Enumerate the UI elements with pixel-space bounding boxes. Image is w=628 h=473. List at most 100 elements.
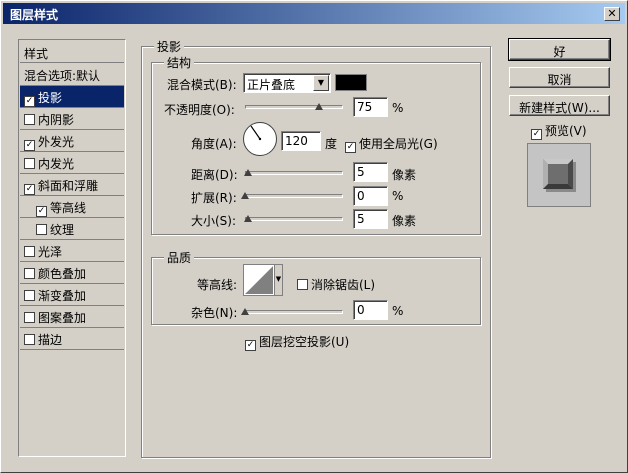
global-light-label: 使用全局光(G) <box>359 137 438 151</box>
cancel-button[interactable]: 取消 <box>509 67 610 88</box>
style-checkbox[interactable] <box>24 158 35 169</box>
opacity-unit: % <box>392 101 404 115</box>
shadow-color-swatch[interactable] <box>335 74 367 91</box>
antialias-check-icon <box>297 279 308 290</box>
distance-input[interactable]: 5 <box>353 162 388 182</box>
global-light-checkbox[interactable]: ✓ 使用全局光(G) <box>345 135 438 153</box>
spread-slider-thumb[interactable] <box>241 192 249 199</box>
style-item[interactable]: 图案叠加 <box>20 306 124 328</box>
distance-unit: 像素 <box>392 168 417 182</box>
window-title: 图层样式 <box>10 8 59 22</box>
distance-slider-thumb[interactable] <box>244 169 252 176</box>
noise-slider[interactable] <box>245 310 343 314</box>
angle-dial-needle-icon <box>250 125 262 141</box>
style-item[interactable]: ✓ 斜面和浮雕 <box>20 174 124 196</box>
style-item-label: 内阴影 <box>38 113 75 127</box>
preview-checkbox[interactable]: ✓ 预览(V) <box>531 122 587 140</box>
blend-mode-select[interactable]: 正片叠底 ▼ <box>243 73 331 93</box>
style-item[interactable]: 内发光 <box>20 152 124 174</box>
size-unit: 像素 <box>392 214 417 228</box>
style-item-label: 光泽 <box>38 245 63 259</box>
style-item-label: 外发光 <box>38 135 75 149</box>
opacity-input[interactable]: 75 <box>353 97 388 117</box>
style-checkbox[interactable] <box>24 290 35 301</box>
noise-slider-thumb[interactable] <box>241 308 249 315</box>
style-preview <box>527 143 591 207</box>
spread-input[interactable]: 0 <box>353 186 388 206</box>
style-item[interactable]: ✓ 投影 <box>20 86 124 108</box>
style-item[interactable]: 光泽 <box>20 240 124 262</box>
preview-label: 预览(V) <box>545 124 587 138</box>
knockout-check-icon: ✓ <box>245 340 256 351</box>
style-checkbox[interactable]: ✓ <box>24 96 35 107</box>
blend-mode-label: 混合模式(B): <box>167 78 237 92</box>
angle-unit: 度 <box>325 137 338 151</box>
noise-label: 杂色(N): <box>191 306 238 320</box>
structure-title: 结构 <box>164 54 195 71</box>
blend-mode-value: 正片叠底 <box>247 78 296 92</box>
style-item-label: 斜面和浮雕 <box>38 179 99 193</box>
style-checkbox[interactable]: ✓ <box>36 206 47 217</box>
style-checkbox[interactable] <box>24 312 35 323</box>
size-label: 大小(S): <box>191 214 237 228</box>
drop-shadow-title: 投影 <box>154 38 185 55</box>
size-input[interactable]: 5 <box>353 209 388 229</box>
layer-style-dialog: 图层样式 ✕ 样式 混合选项:默认 ✓ 投影 内阴影 ✓ 外发光 内发光 ✓ 斜面和浮雕 ✓ 等高… <box>0 0 628 473</box>
style-item[interactable]: 渐变叠加 <box>20 284 124 306</box>
style-checkbox[interactable] <box>24 334 35 345</box>
style-checkbox[interactable] <box>24 268 35 279</box>
spread-slider[interactable] <box>245 194 343 198</box>
size-slider-thumb[interactable] <box>244 215 252 222</box>
contour-curve-icon <box>245 266 273 294</box>
style-item[interactable]: 描边 <box>20 328 124 350</box>
blend-options-item[interactable]: 混合选项:默认 <box>20 64 124 86</box>
antialias-label: 消除锯齿(L) <box>311 278 376 292</box>
style-checkbox[interactable]: ✓ <box>24 184 35 195</box>
opacity-label: 不透明度(O): <box>164 103 235 117</box>
style-item[interactable]: 纹理 <box>20 218 124 240</box>
angle-label: 角度(A): <box>191 137 237 151</box>
noise-unit: % <box>392 304 404 318</box>
chevron-down-icon: ▼ <box>313 75 329 91</box>
antialias-checkbox[interactable]: 消除锯齿(L) <box>297 276 375 293</box>
opacity-slider[interactable] <box>245 105 343 109</box>
preview-swatch-icon <box>543 159 576 192</box>
style-item-label: 颜色叠加 <box>38 267 87 281</box>
title-bar[interactable]: 图层样式 <box>3 3 625 24</box>
noise-input[interactable]: 0 <box>353 300 388 320</box>
style-item[interactable]: 颜色叠加 <box>20 262 124 284</box>
style-item-label: 内发光 <box>38 157 75 171</box>
size-slider[interactable] <box>245 217 343 221</box>
style-item-label: 描边 <box>38 333 63 347</box>
style-checkbox[interactable] <box>24 246 35 257</box>
style-item[interactable]: ✓ 等高线 <box>20 196 124 218</box>
distance-slider[interactable] <box>245 171 343 175</box>
close-button[interactable]: ✕ <box>604 7 620 21</box>
contour-picker[interactable]: ▼ <box>243 264 283 296</box>
style-checkbox[interactable] <box>36 224 47 235</box>
styles-header[interactable]: 样式 <box>20 41 124 63</box>
style-item-label: 纹理 <box>50 223 75 237</box>
quality-title: 品质 <box>164 249 195 266</box>
ok-button[interactable]: 好 <box>508 38 611 61</box>
style-item-label: 投影 <box>38 91 63 105</box>
new-style-button[interactable]: 新建样式(W)... <box>509 95 610 116</box>
angle-input[interactable]: 120 <box>281 131 321 151</box>
spread-unit: % <box>392 189 404 203</box>
knockout-checkbox[interactable]: ✓ 图层挖空投影(U) <box>245 333 349 351</box>
style-item[interactable]: 内阴影 <box>20 108 124 130</box>
opacity-slider-thumb[interactable] <box>314 103 323 110</box>
preview-check-icon: ✓ <box>531 129 542 140</box>
angle-dial[interactable] <box>243 122 277 156</box>
distance-label: 距离(D): <box>191 168 238 182</box>
global-light-check-icon: ✓ <box>345 142 356 153</box>
style-checkbox[interactable]: ✓ <box>24 140 35 151</box>
knockout-label: 图层挖空投影(U) <box>259 335 350 349</box>
style-item-label: 图案叠加 <box>38 311 87 325</box>
spread-label: 扩展(R): <box>191 191 237 205</box>
style-checkbox[interactable] <box>24 114 35 125</box>
contour-label: 等高线: <box>197 278 238 292</box>
contour-dropdown-icon[interactable]: ▼ <box>274 265 282 295</box>
styles-list: 样式 混合选项:默认 ✓ 投影 内阴影 ✓ 外发光 内发光 ✓ 斜面和浮雕 ✓ 等高线 纹理 光泽 颜色… <box>18 39 126 457</box>
style-item[interactable]: ✓ 外发光 <box>20 130 124 152</box>
